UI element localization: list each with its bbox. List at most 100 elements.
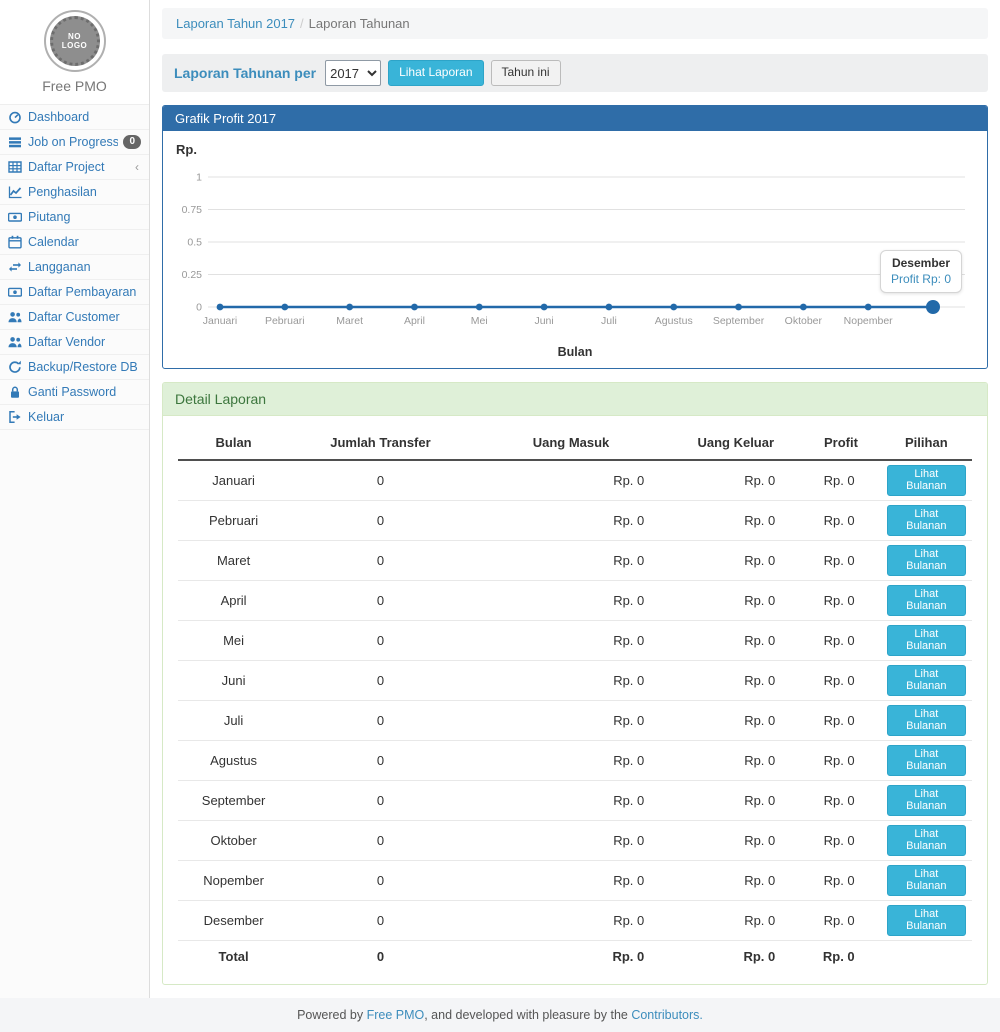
sidebar-item-label: Daftar Pembayaran	[28, 285, 141, 299]
cell-uang_keluar: Rp. 0	[670, 701, 801, 741]
tahun-ini-button[interactable]: Tahun ini	[491, 60, 561, 86]
year-select[interactable]: 2017	[325, 60, 381, 86]
footer-text-middle: , and developed with pleasure by the	[424, 1008, 631, 1022]
sidebar-item-keluar[interactable]: Keluar	[0, 405, 149, 430]
cell-bulan: Desember	[178, 901, 289, 941]
cell-uang_keluar: Rp. 0	[670, 541, 801, 581]
cell-bulan: April	[178, 581, 289, 621]
lihat-bulanan-button[interactable]: Lihat Bulanan	[887, 505, 966, 536]
lihat-bulanan-button[interactable]: Lihat Bulanan	[887, 905, 966, 936]
tasks-icon	[8, 135, 22, 149]
cell-uang_masuk: Rp. 0	[472, 661, 671, 701]
sidebar-item-daftar-project[interactable]: Daftar Project‹	[0, 155, 149, 180]
svg-text:0.5: 0.5	[187, 237, 202, 249]
lihat-bulanan-button[interactable]: Lihat Bulanan	[887, 665, 966, 696]
line-chart-icon	[8, 185, 22, 199]
breadcrumb-link-laporan-tahun[interactable]: Laporan Tahun 2017	[176, 16, 295, 31]
sidebar-item-ganti-password[interactable]: Ganti Password	[0, 380, 149, 405]
table-row: April0Rp. 0Rp. 0Rp. 0Lihat Bulanan	[178, 581, 972, 621]
tooltip-month: Desember	[891, 256, 951, 270]
column-header: Uang Masuk	[472, 426, 671, 460]
lock-icon	[8, 385, 22, 399]
profit-chart-panel: Grafik Profit 2017 Rp. 10.750.50.250Janu…	[162, 105, 988, 369]
table-row: Maret0Rp. 0Rp. 0Rp. 0Lihat Bulanan	[178, 541, 972, 581]
sidebar-item-daftar-vendor[interactable]: Daftar Vendor	[0, 330, 149, 355]
total-uang_keluar: Rp. 0	[670, 941, 801, 969]
cell-pilihan: Lihat Bulanan	[881, 460, 972, 501]
sign-out-icon	[8, 410, 22, 424]
tooltip-value: Profit Rp: 0	[891, 272, 951, 286]
lihat-bulanan-button[interactable]: Lihat Bulanan	[887, 545, 966, 576]
cell-profit: Rp. 0	[801, 781, 880, 821]
detail-panel-title: Detail Laporan	[163, 383, 987, 416]
cell-bulan: Pebruari	[178, 501, 289, 541]
cell-profit: Rp. 0	[801, 460, 880, 501]
cell-uang_keluar: Rp. 0	[670, 581, 801, 621]
svg-text:Januari: Januari	[203, 315, 237, 327]
sidebar-item-daftar-customer[interactable]: Daftar Customer	[0, 305, 149, 330]
cell-pilihan: Lihat Bulanan	[881, 821, 972, 861]
sidebar-item-piutang[interactable]: Piutang	[0, 205, 149, 230]
page-footer: Powered by Free PMO, and developed with …	[0, 998, 1000, 1032]
y-axis-unit-label: Rp.	[176, 142, 197, 157]
lihat-bulanan-button[interactable]: Lihat Bulanan	[887, 625, 966, 656]
sidebar-item-label: Dashboard	[28, 110, 141, 124]
cell-bulan: Juli	[178, 701, 289, 741]
dashboard-icon	[8, 110, 22, 124]
sidebar-item-backup-restore-db[interactable]: Backup/Restore DB	[0, 355, 149, 380]
cell-profit: Rp. 0	[801, 741, 880, 781]
cell-pilihan: Lihat Bulanan	[881, 901, 972, 941]
lihat-bulanan-button[interactable]: Lihat Bulanan	[887, 465, 966, 496]
sidebar-item-langganan[interactable]: Langganan	[0, 255, 149, 280]
table-total-row: Total0Rp. 0Rp. 0Rp. 0	[178, 941, 972, 969]
cell-pilihan: Lihat Bulanan	[881, 701, 972, 741]
cell-profit: Rp. 0	[801, 861, 880, 901]
lihat-laporan-button[interactable]: Lihat Laporan	[388, 60, 483, 86]
footer-brand-link[interactable]: Free PMO	[367, 1008, 425, 1022]
cell-bulan: Oktober	[178, 821, 289, 861]
svg-text:Pebruari: Pebruari	[265, 315, 305, 327]
lihat-bulanan-button[interactable]: Lihat Bulanan	[887, 705, 966, 736]
lihat-bulanan-button[interactable]: Lihat Bulanan	[887, 865, 966, 896]
lihat-bulanan-button[interactable]: Lihat Bulanan	[887, 745, 966, 776]
cell-uang_keluar: Rp. 0	[670, 460, 801, 501]
users-icon	[8, 335, 22, 349]
table-row: Mei0Rp. 0Rp. 0Rp. 0Lihat Bulanan	[178, 621, 972, 661]
svg-text:1: 1	[196, 172, 202, 184]
cell-bulan: Agustus	[178, 741, 289, 781]
footer-contributors-link[interactable]: Contributors.	[631, 1008, 703, 1022]
svg-text:Agustus: Agustus	[655, 315, 693, 327]
table-row: Nopember0Rp. 0Rp. 0Rp. 0Lihat Bulanan	[178, 861, 972, 901]
footer-text-prefix: Powered by	[297, 1008, 366, 1022]
sidebar-item-label: Job on Progress	[28, 135, 118, 149]
sidebar-item-penghasilan[interactable]: Penghasilan	[0, 180, 149, 205]
cell-uang_masuk: Rp. 0	[472, 701, 671, 741]
sidebar-item-job-on-progress[interactable]: Job on Progress 0	[0, 130, 149, 155]
sidebar-item-calendar[interactable]: Calendar	[0, 230, 149, 255]
sidebar-item-dashboard[interactable]: Dashboard	[0, 105, 149, 130]
lihat-bulanan-button[interactable]: Lihat Bulanan	[887, 585, 966, 616]
toolbar-label: Laporan Tahunan per	[174, 65, 316, 81]
job-count-badge: 0	[123, 135, 141, 149]
cell-jumlah_transfer: 0	[289, 741, 472, 781]
cell-pilihan: Lihat Bulanan	[881, 781, 972, 821]
cell-uang_masuk: Rp. 0	[472, 460, 671, 501]
total-profit: Rp. 0	[801, 941, 880, 969]
main-content: Laporan Tahun 2017/Laporan Tahunan Lapor…	[150, 0, 1000, 998]
svg-text:Juli: Juli	[601, 315, 617, 327]
svg-text:April: April	[404, 315, 425, 327]
cell-jumlah_transfer: 0	[289, 661, 472, 701]
cell-uang_keluar: Rp. 0	[670, 621, 801, 661]
breadcrumb-current: Laporan Tahunan	[309, 16, 410, 31]
sidebar: NO LOGO Free PMO DashboardJob on Progres…	[0, 0, 150, 998]
breadcrumb: Laporan Tahun 2017/Laporan Tahunan	[162, 8, 988, 39]
cell-jumlah_transfer: 0	[289, 621, 472, 661]
cell-uang_masuk: Rp. 0	[472, 821, 671, 861]
sidebar-item-daftar-pembayaran[interactable]: Daftar Pembayaran	[0, 280, 149, 305]
lihat-bulanan-button[interactable]: Lihat Bulanan	[887, 785, 966, 816]
detail-panel-body: BulanJumlah TransferUang MasukUang Kelua…	[163, 416, 987, 984]
total-pilihan-empty	[881, 941, 972, 969]
cell-profit: Rp. 0	[801, 501, 880, 541]
lihat-bulanan-button[interactable]: Lihat Bulanan	[887, 825, 966, 856]
cell-uang_masuk: Rp. 0	[472, 541, 671, 581]
